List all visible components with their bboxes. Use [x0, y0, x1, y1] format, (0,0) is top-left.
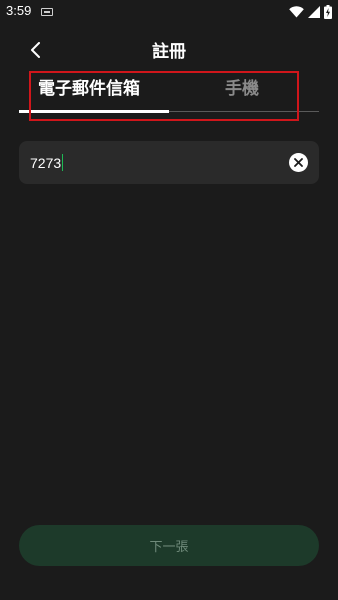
status-time: 3:59 [6, 3, 32, 18]
status-bar: 3:59 [0, 0, 338, 24]
tabs-divider [169, 111, 319, 112]
tab-phone[interactable]: 手機 [225, 74, 259, 99]
next-button[interactable]: 下一張 [19, 525, 319, 566]
keyboard-icon [41, 8, 53, 16]
clear-button[interactable] [289, 153, 308, 172]
email-input-value: 7273 [30, 155, 62, 171]
signal-icon [308, 6, 320, 18]
wifi-icon [289, 6, 304, 18]
status-icons [289, 4, 332, 20]
tab-email[interactable]: 電子郵件信箱 [38, 74, 140, 99]
tab-bar: 電子郵件信箱 手機 [19, 70, 319, 114]
next-button-label: 下一張 [149, 540, 189, 555]
clear-icon [294, 158, 303, 167]
battery-charging-icon [324, 5, 332, 19]
email-input[interactable]: 7273 [19, 141, 319, 184]
email-input-text[interactable]: 7273 [30, 154, 64, 171]
tab-active-indicator [19, 110, 169, 113]
text-caret [62, 154, 64, 171]
page-title: 註冊 [152, 42, 186, 62]
header: 註冊 [0, 30, 338, 68]
